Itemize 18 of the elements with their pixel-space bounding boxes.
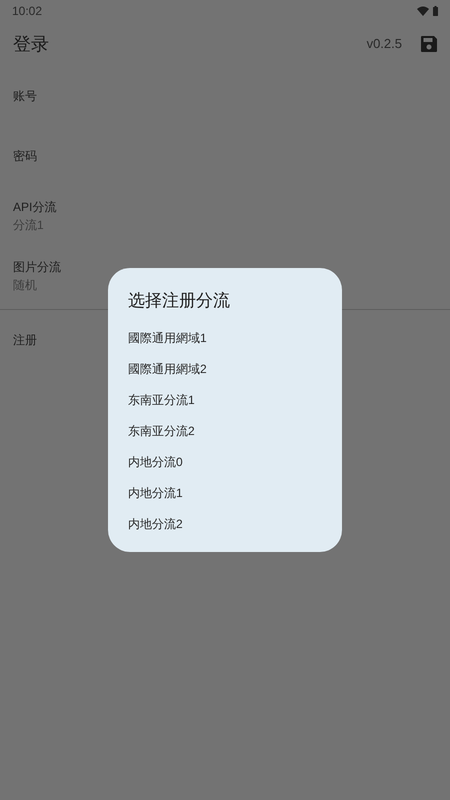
page-title: 登录 — [13, 32, 49, 56]
setting-label: 账号 — [13, 88, 38, 105]
wifi-icon — [417, 6, 429, 16]
dialog-option[interactable]: 东南亚分流1 — [128, 384, 322, 416]
dialog-option[interactable]: 东南亚分流2 — [128, 416, 322, 446]
setting-label: 密码 — [13, 148, 38, 165]
dialog-option[interactable]: 内地分流2 — [128, 508, 322, 540]
status-time: 10:02 — [12, 3, 42, 20]
dialog-option[interactable]: 内地分流1 — [128, 478, 322, 508]
save-icon[interactable] — [420, 35, 438, 53]
setting-label: API分流 — [13, 199, 58, 216]
dialog-title: 选择注册分流 — [128, 290, 231, 312]
version-label: v0.2.5 — [366, 35, 402, 54]
battery-icon — [433, 6, 438, 16]
dialog-option[interactable]: 國際通用網域1 — [128, 322, 322, 354]
dialog-option[interactable]: 國際通用網域2 — [128, 354, 322, 384]
dialog-option[interactable]: 内地分流0 — [128, 446, 322, 478]
setting-label: 图片分流 — [13, 259, 62, 276]
